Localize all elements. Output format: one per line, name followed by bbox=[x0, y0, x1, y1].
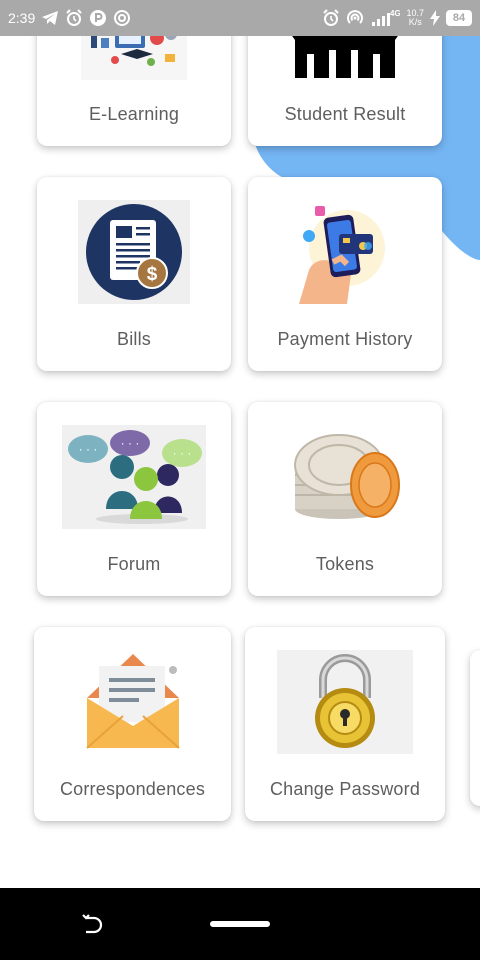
menu-card-forum[interactable]: · · · · · · · · · Forum bbox=[37, 402, 231, 596]
bills-icon: $ bbox=[78, 200, 190, 304]
menu-card-label: Correspondences bbox=[59, 779, 206, 799]
svg-text:· · ·: · · · bbox=[173, 446, 192, 460]
back-icon[interactable] bbox=[80, 912, 106, 938]
change-password-icon bbox=[277, 650, 413, 754]
status-bar-left: 2:39 bbox=[8, 9, 131, 27]
hotspot-icon bbox=[346, 9, 364, 27]
menu-card-payment-history[interactable]: Payment History bbox=[248, 177, 442, 371]
status-bar-right: 4G 10.7 K/s 84 bbox=[322, 9, 472, 27]
status-bar: 2:39 4G 10.7 K/s 84 bbox=[0, 0, 480, 36]
menu-card-label: Tokens bbox=[315, 554, 375, 574]
menu-card-bills[interactable]: $ Bills bbox=[37, 177, 231, 371]
telegram-icon bbox=[41, 10, 59, 26]
network-speed: 10.7 K/s bbox=[406, 9, 424, 27]
tokens-icon bbox=[283, 425, 407, 529]
payment-history-icon bbox=[289, 200, 401, 304]
menu-card-correspondences[interactable]: Correspondences bbox=[34, 627, 231, 821]
signal-icon: 4G bbox=[370, 9, 400, 27]
battery-icon: 84 bbox=[446, 10, 472, 26]
network-speed-unit: K/s bbox=[408, 17, 422, 27]
menu-card-label: Bills bbox=[116, 329, 151, 349]
svg-text:$: $ bbox=[147, 264, 158, 285]
correspondences-icon bbox=[83, 650, 183, 754]
menu-card-label: Payment History bbox=[277, 329, 413, 349]
menu-card-label: Student Result bbox=[284, 104, 406, 124]
battery-level: 84 bbox=[452, 12, 466, 24]
menu-card-label: E-Learning bbox=[88, 104, 180, 124]
menu-card-tokens[interactable]: Tokens bbox=[248, 402, 442, 596]
alarm-icon bbox=[322, 9, 340, 27]
forum-icon: · · · · · · · · · bbox=[62, 425, 206, 529]
home-handle[interactable] bbox=[210, 921, 270, 927]
menu-card-label: Change Password bbox=[269, 779, 421, 799]
status-time: 2:39 bbox=[8, 10, 36, 26]
menu-card-label: Forum bbox=[107, 554, 161, 574]
menu-card-change-password[interactable]: Change Password bbox=[245, 627, 445, 821]
menu-card-partial[interactable] bbox=[470, 650, 480, 806]
network-type: 4G bbox=[390, 9, 400, 18]
p-app-icon bbox=[89, 9, 107, 27]
charging-icon bbox=[430, 10, 440, 26]
alarm-icon bbox=[65, 9, 83, 27]
svg-text:· · ·: · · · bbox=[121, 436, 140, 450]
svg-text:· · ·: · · · bbox=[79, 442, 98, 456]
hotspot-icon bbox=[113, 9, 131, 27]
